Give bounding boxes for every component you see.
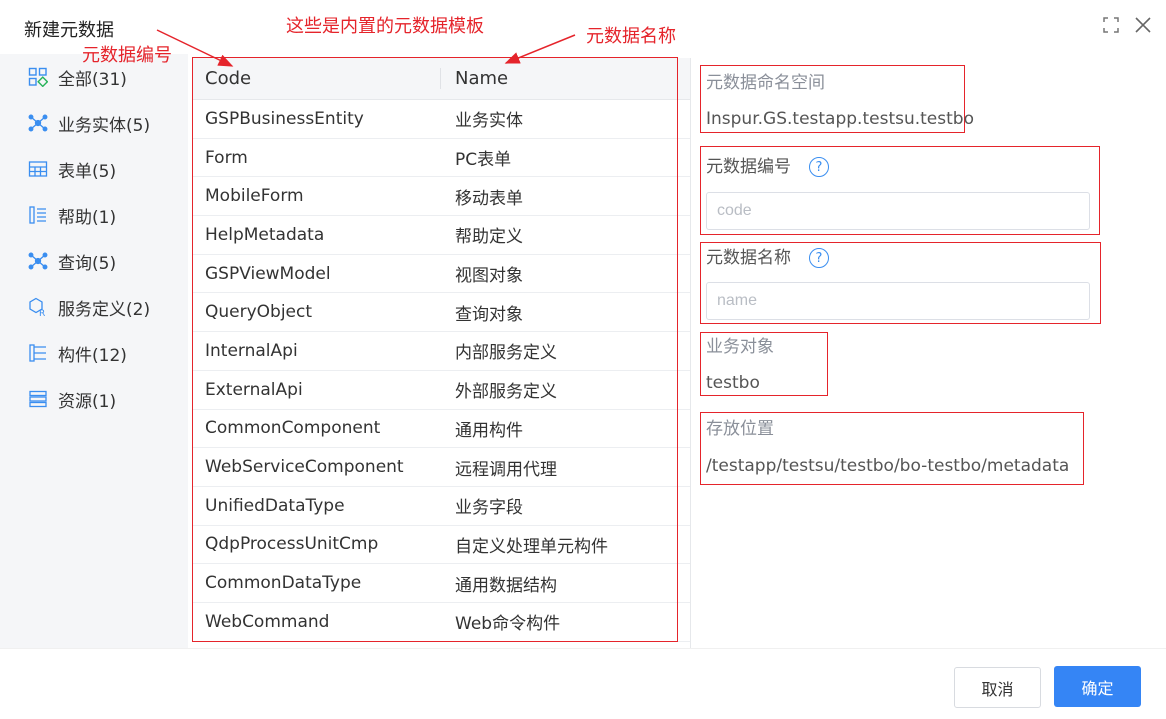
annotation-metadata-name: 元数据名称 bbox=[586, 26, 676, 47]
arrow-to-name-column bbox=[504, 34, 576, 64]
annotation-arrows bbox=[156, 29, 576, 67]
annotation-builtin-templates: 这些是内置的元数据模板 bbox=[286, 16, 484, 37]
cancel-button[interactable]: 取消 bbox=[954, 667, 1041, 708]
ok-button[interactable]: 确定 bbox=[1054, 666, 1141, 707]
annotation-metadata-code: 元数据编号 bbox=[82, 45, 172, 66]
